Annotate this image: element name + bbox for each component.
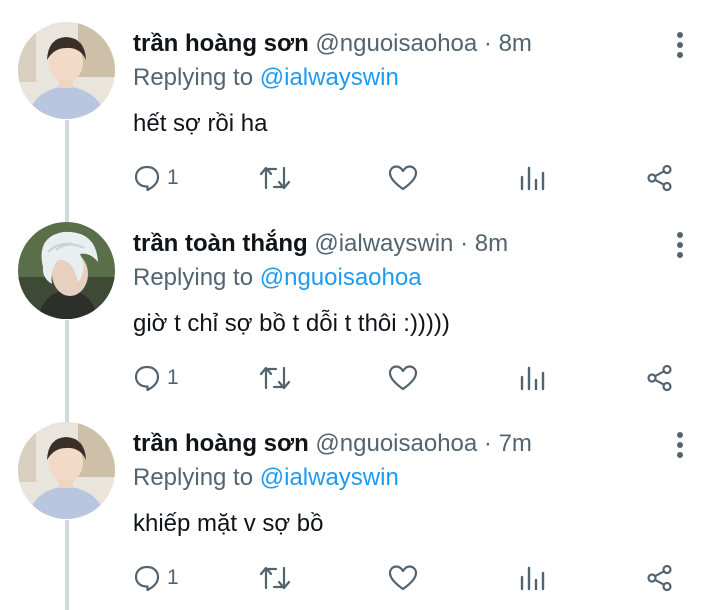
retweet-icon: [258, 364, 292, 392]
display-name[interactable]: trần hoàng sơn: [133, 430, 309, 457]
share-icon: [646, 364, 674, 392]
reply-button[interactable]: 1: [133, 360, 179, 396]
retweet-icon: [258, 564, 292, 592]
heart-icon: [388, 364, 418, 392]
replying-to-mention[interactable]: @nguoisaohoa: [260, 264, 422, 291]
reply-icon: [133, 564, 161, 592]
reply-count: 1: [167, 366, 179, 389]
retweet-button[interactable]: [258, 560, 292, 596]
tweet-text: giờ t chỉ sợ bồ t dỗi t thôi :))))): [133, 310, 450, 337]
views-icon: [518, 364, 546, 392]
share-icon: [646, 164, 674, 192]
user-handle[interactable]: @nguoisaohoa: [315, 430, 477, 457]
replying-prefix: Replying to: [133, 264, 254, 291]
display-name[interactable]: trần toàn thắng: [133, 230, 308, 257]
tweet-actions: 1: [0, 160, 720, 200]
avatar[interactable]: [18, 222, 115, 319]
avatar[interactable]: [18, 22, 115, 119]
heart-icon: [388, 564, 418, 592]
display-name[interactable]: trần hoàng sơn: [133, 30, 309, 57]
tweet[interactable]: trần hoàng sơn @nguoisaohoa · 8m Replyin…: [0, 0, 720, 200]
reply-icon: [133, 364, 161, 392]
retweet-button[interactable]: [258, 360, 292, 396]
tweet[interactable]: trần toàn thắng @ialwayswin · 8m Replyin…: [0, 200, 720, 400]
more-vertical-icon[interactable]: [670, 30, 690, 60]
tweet-actions: 1: [0, 360, 720, 400]
reply-button[interactable]: 1: [133, 560, 179, 596]
tweet-text: hết sợ rồi ha: [133, 110, 268, 137]
reply-count: 1: [167, 566, 179, 589]
tweet-header: trần hoàng sơn @nguoisaohoa · 7m: [133, 428, 660, 460]
replying-to-mention[interactable]: @ialwayswin: [260, 464, 399, 491]
views-icon: [518, 164, 546, 192]
tweet-header: trần hoàng sơn @nguoisaohoa · 8m: [133, 28, 660, 60]
replying-prefix: Replying to: [133, 464, 254, 491]
tweet[interactable]: trần hoàng sơn @nguoisaohoa · 7m Replyin…: [0, 400, 720, 600]
views-button[interactable]: [518, 160, 546, 196]
reply-icon: [133, 164, 161, 192]
separator-dot: ·: [483, 30, 492, 57]
user-handle[interactable]: @ialwayswin: [314, 230, 453, 257]
tweet-text: khiếp mặt v sợ bồ: [133, 510, 324, 537]
more-vertical-icon[interactable]: [670, 230, 690, 260]
like-button[interactable]: [388, 360, 418, 396]
like-button[interactable]: [388, 160, 418, 196]
separator-dot: ·: [460, 230, 469, 257]
replying-to: Replying to @ialwayswin: [133, 62, 399, 94]
reply-button[interactable]: 1: [133, 160, 179, 196]
tweet-header: trần toàn thắng @ialwayswin · 8m: [133, 228, 660, 260]
share-icon: [646, 564, 674, 592]
retweet-button[interactable]: [258, 160, 292, 196]
views-button[interactable]: [518, 360, 546, 396]
reply-count: 1: [167, 166, 179, 189]
replying-to: Replying to @nguoisaohoa: [133, 262, 422, 294]
separator-dot: ·: [483, 430, 492, 457]
user-handle[interactable]: @nguoisaohoa: [315, 30, 477, 57]
tweet-actions: 1: [0, 560, 720, 600]
avatar[interactable]: [18, 422, 115, 519]
replying-to-mention[interactable]: @ialwayswin: [260, 64, 399, 91]
views-button[interactable]: [518, 560, 546, 596]
more-vertical-icon[interactable]: [670, 430, 690, 460]
like-button[interactable]: [388, 560, 418, 596]
share-button[interactable]: [646, 360, 674, 396]
retweet-icon: [258, 164, 292, 192]
replying-prefix: Replying to: [133, 64, 254, 91]
share-button[interactable]: [646, 160, 674, 196]
heart-icon: [388, 164, 418, 192]
views-icon: [518, 564, 546, 592]
timestamp[interactable]: 8m: [475, 230, 508, 257]
share-button[interactable]: [646, 560, 674, 596]
replying-to: Replying to @ialwayswin: [133, 462, 399, 494]
timestamp[interactable]: 8m: [499, 30, 532, 57]
timestamp[interactable]: 7m: [499, 430, 532, 457]
